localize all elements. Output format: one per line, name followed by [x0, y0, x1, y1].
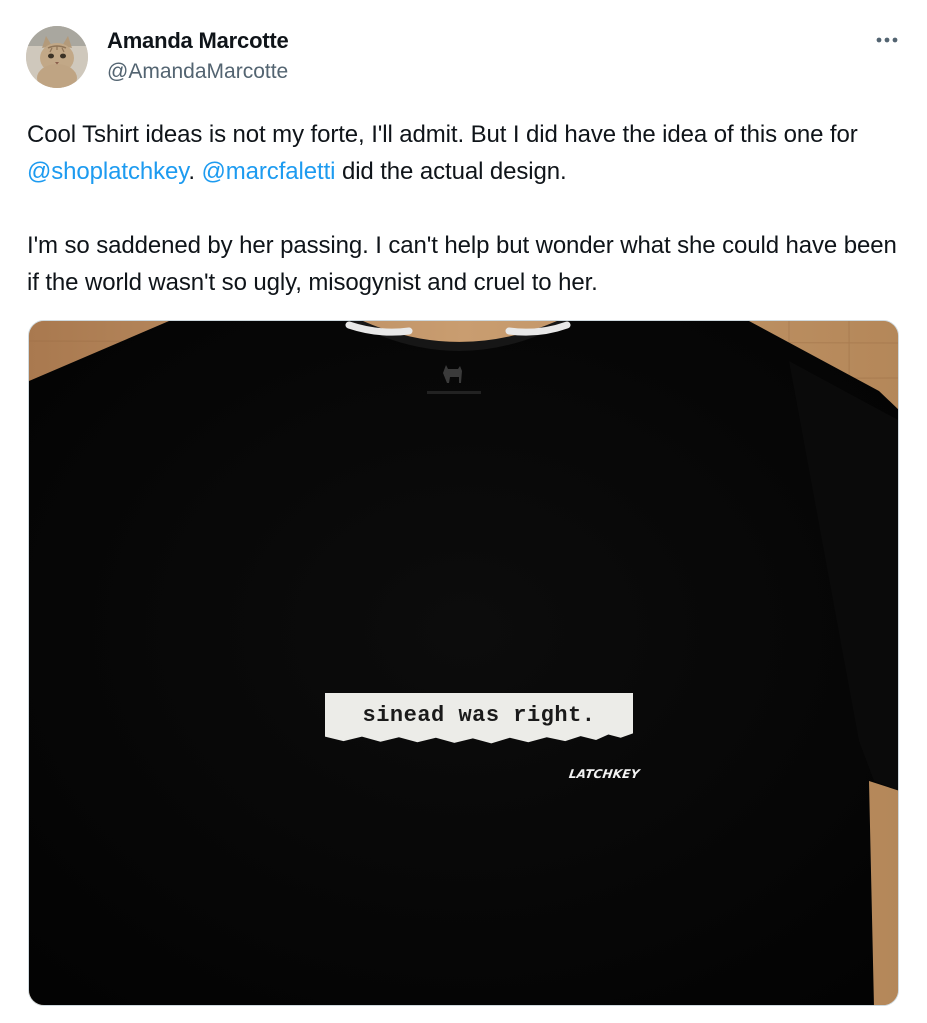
mention-shoplatchkey-link[interactable]: @shoplatchkey [27, 158, 188, 185]
tweet-text-segment: did the actual design. [335, 158, 567, 185]
tweet-text: Cool Tshirt ideas is not my forte, I'll … [27, 116, 897, 301]
tweet-card[interactable]: Amanda Marcotte @AmandaMarcotte Cool Tsh… [0, 0, 927, 1023]
shirt-print-text: sinead was right. [362, 703, 596, 728]
author-display-name[interactable]: Amanda Marcotte [107, 28, 289, 54]
tweet-paragraph-1: Cool Tshirt ideas is not my forte, I'll … [27, 116, 897, 190]
tweet-photo[interactable]: sinead was right. LATCHKEY [28, 320, 899, 1006]
latchkey-brand-mark: LATCHKEY [568, 767, 641, 781]
tweet-text-segment: . [188, 158, 202, 185]
tweet-paragraph-2: I'm so saddened by her passing. I can't … [27, 232, 897, 296]
more-options-button[interactable] [873, 28, 901, 52]
mention-marcfaletti-link[interactable]: @marcfaletti [202, 158, 336, 185]
more-horizontal-icon [876, 37, 898, 43]
cat-avatar-icon [26, 26, 88, 88]
author-handle[interactable]: @AmandaMarcotte [107, 60, 288, 84]
tweet-text-segment: Cool Tshirt ideas is not my forte, I'll … [27, 121, 858, 148]
author-avatar[interactable] [26, 26, 88, 88]
tshirt-photo-image [29, 321, 898, 1005]
